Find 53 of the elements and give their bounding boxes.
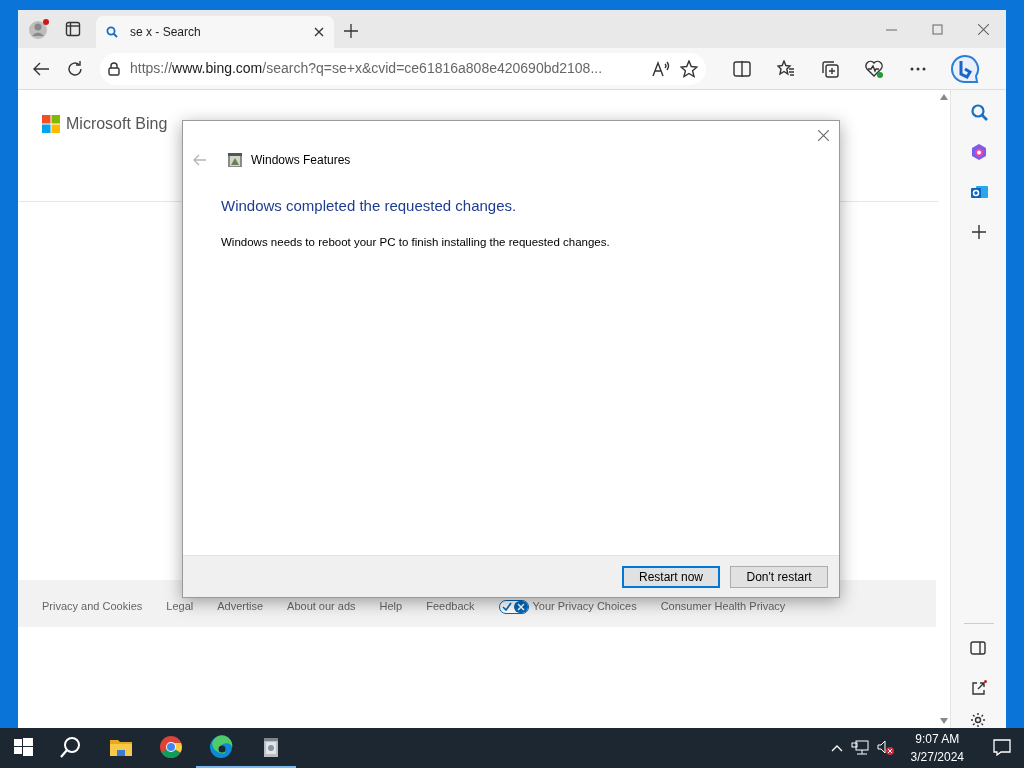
shapes-icon[interactable] <box>969 143 988 161</box>
logo-text: Microsoft Bing <box>66 114 168 134</box>
notification-icon <box>993 738 1011 756</box>
chrome-icon <box>159 735 183 759</box>
footer-link[interactable]: Help <box>379 598 403 615</box>
scroll-down-icon[interactable] <box>940 718 948 724</box>
start-icon <box>11 735 35 759</box>
settings-icon[interactable] <box>970 712 987 728</box>
profile-icon[interactable] <box>28 18 50 40</box>
footer-link[interactable]: About our ads <box>287 598 356 615</box>
close-icon[interactable] <box>817 129 829 141</box>
close-icon[interactable] <box>314 27 324 37</box>
lock-icon <box>108 61 120 76</box>
footer-link[interactable]: Advertise <box>217 598 264 615</box>
copilot-icon[interactable] <box>950 53 980 84</box>
add-icon[interactable] <box>969 223 988 241</box>
split-screen-icon[interactable] <box>733 59 751 78</box>
footer-link[interactable]: Privacy and Cookies <box>42 598 143 615</box>
read-aloud-icon[interactable] <box>652 60 670 77</box>
dialog-message: Windows needs to reboot your PC to finish installing the requested changes. <box>221 234 611 250</box>
network-icon[interactable] <box>850 740 869 756</box>
footer-link[interactable]: Legal <box>166 598 194 615</box>
volume-muted-icon[interactable] <box>876 740 895 756</box>
chevron-up-icon[interactable] <box>830 744 843 752</box>
dialog-title: Windows Features <box>251 152 351 169</box>
tab-actions-icon[interactable] <box>65 21 81 37</box>
dialog-button[interactable]: Don't restart <box>730 565 828 588</box>
footer-link[interactable]: Your Privacy Choices <box>498 598 637 615</box>
star-icon[interactable] <box>680 59 698 78</box>
sidebar-toggle-icon[interactable] <box>970 640 987 656</box>
edge-icon <box>209 735 233 759</box>
maximize-icon[interactable] <box>931 23 943 35</box>
health-icon[interactable] <box>865 59 883 78</box>
browser-tab[interactable]: se x - Search <box>96 16 334 48</box>
external-link-icon[interactable] <box>970 680 987 696</box>
features-icon <box>227 152 243 168</box>
search-icon[interactable] <box>969 103 988 121</box>
favorites-icon[interactable] <box>777 59 795 78</box>
collections-icon[interactable] <box>821 59 839 78</box>
dialog-button[interactable]: Restart now <box>622 565 720 588</box>
new-tab-icon[interactable] <box>344 24 358 38</box>
search-icon <box>59 735 83 759</box>
refresh-icon[interactable] <box>66 59 84 78</box>
clock[interactable]: 9:07 AM 3/27/2024 <box>902 730 972 766</box>
bing-logo-icon[interactable] <box>42 115 60 133</box>
search-icon <box>106 26 118 38</box>
privacy-toggle-icon <box>498 599 529 614</box>
outlook-icon[interactable] <box>969 183 988 201</box>
footer-link[interactable]: Feedback <box>426 598 475 615</box>
back-icon[interactable] <box>32 60 50 77</box>
dialog-heading: Windows completed the requested changes. <box>221 196 518 216</box>
footer-link[interactable]: Consumer Health Privacy <box>660 598 786 615</box>
scroll-up-icon[interactable] <box>940 94 948 100</box>
